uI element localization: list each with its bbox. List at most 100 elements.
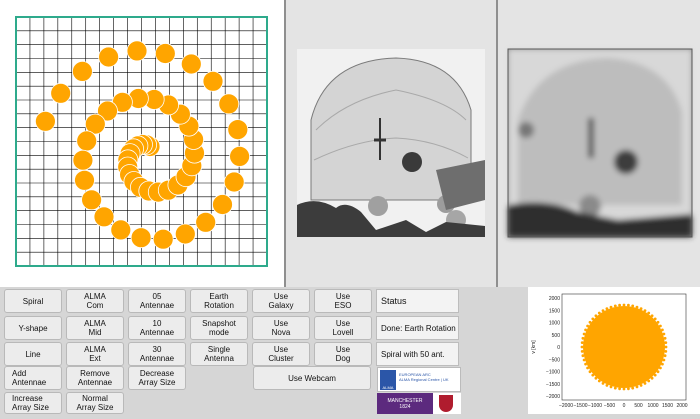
alma-mid-button[interactable]: ALMA Mid: [66, 316, 124, 340]
uv-point: [643, 382, 647, 385]
antenna-dish[interactable]: [72, 149, 94, 171]
remove-antennae-button[interactable]: Remove Antennae: [66, 366, 124, 390]
antenna-dish[interactable]: [76, 130, 98, 152]
uv-point: [635, 305, 639, 309]
uv-coverage-fill: [583, 306, 665, 388]
uv-point: [622, 303, 626, 307]
single-antenna-button[interactable]: Single Antenna: [190, 342, 248, 366]
antenna-dish[interactable]: [154, 43, 176, 64]
antenna-dish[interactable]: [130, 227, 152, 249]
decrease-array-size-button[interactable]: Decrease Array Size: [128, 366, 186, 390]
antenna-dish[interactable]: [229, 145, 251, 167]
use-webcam-button[interactable]: Use Webcam: [253, 366, 371, 390]
antenna-dish[interactable]: [152, 228, 174, 250]
antenna-dish[interactable]: [74, 169, 95, 191]
uv-point: [662, 358, 666, 362]
antenna-array-canvas[interactable]: [0, 0, 284, 287]
uv-point: [622, 387, 626, 391]
source-image: [297, 49, 485, 237]
antenna-dish[interactable]: [72, 61, 93, 82]
uv-point: [662, 332, 666, 336]
antenna-array-plot[interactable]: [0, 0, 284, 287]
antenna-dish[interactable]: [202, 70, 224, 92]
manchester-logo: MANCHESTER 1824: [377, 393, 461, 414]
uv-point: [581, 336, 585, 340]
uv-point: [613, 386, 617, 390]
y-shape-button[interactable]: Y-shape: [4, 316, 62, 340]
uv-point: [659, 324, 662, 328]
uv-point: [591, 373, 595, 377]
antenna-dish[interactable]: [212, 194, 233, 215]
uv-point: [584, 362, 587, 366]
uv-xtick-label: 1000: [647, 403, 658, 409]
uv-xtick-label: 1500: [662, 403, 673, 409]
use-eso-button[interactable]: Use ESO: [314, 289, 372, 313]
uv-point: [663, 336, 667, 340]
30-antennae-button[interactable]: 30 Antennae: [128, 342, 186, 366]
alma-ext-button[interactable]: ALMA Ext: [66, 342, 124, 366]
antenna-dish[interactable]: [93, 206, 115, 228]
increase-array-size-button[interactable]: Increase Array Size: [4, 392, 62, 414]
uv-point: [656, 370, 660, 374]
use-nova-button[interactable]: Use Nova: [252, 316, 310, 340]
antenna-dish[interactable]: [218, 93, 240, 115]
uv-xtick-label: −1500: [573, 403, 587, 409]
antenna-dish[interactable]: [174, 223, 196, 245]
uv-point: [627, 303, 630, 307]
add-antennae-button[interactable]: Add Antennae: [4, 366, 62, 390]
antenna-dish[interactable]: [110, 219, 132, 241]
uv-coverage-canvas: 2000150010005000−500−1000−1500−2000−2000…: [531, 293, 688, 409]
use-cluster-button[interactable]: Use Cluster: [252, 342, 310, 366]
uv-point: [639, 307, 643, 310]
uv-point: [631, 304, 635, 308]
alma-arc-logo: ALMA EUROPEAN ARC ALMA Regional Centre |…: [377, 367, 461, 392]
uv-ytick-label: 1500: [549, 308, 560, 314]
antenna-dish[interactable]: [227, 119, 249, 141]
snapshot-mode-button[interactable]: Snapshot mode: [190, 316, 248, 340]
uv-point: [609, 305, 613, 309]
uv-point: [643, 309, 647, 312]
normal-array-size-button[interactable]: Normal Array Size: [66, 392, 124, 414]
use-dog-button[interactable]: Use Dog: [314, 342, 372, 366]
antenna-dish[interactable]: [223, 171, 245, 193]
antenna-dish[interactable]: [98, 46, 119, 68]
uv-ytick-label: 1000: [549, 321, 560, 327]
antenna-dish[interactable]: [50, 82, 72, 104]
uv-ytick-label: −1500: [546, 382, 560, 388]
uv-point: [661, 362, 664, 366]
uv-point: [647, 379, 651, 383]
earth-rotation-button[interactable]: Earth Rotation: [190, 289, 248, 313]
uv-xtick-label: −1000: [588, 403, 602, 409]
uv-point: [580, 350, 584, 353]
uv-point: [653, 373, 657, 377]
antenna-dish[interactable]: [126, 40, 148, 62]
10-antennae-button[interactable]: 10 Antennae: [128, 316, 186, 340]
reconstructed-image: [507, 48, 693, 238]
cambridge-crest-icon: [439, 395, 453, 412]
uv-point: [609, 385, 613, 389]
05-antennae-button[interactable]: 05 Antennae: [128, 289, 186, 313]
antenna-dish[interactable]: [195, 211, 217, 233]
antenna-dish[interactable]: [180, 53, 202, 75]
uv-point: [594, 376, 598, 380]
spiral-button[interactable]: Spiral: [4, 289, 62, 313]
uv-xtick-label: 500: [634, 403, 643, 409]
uv-point: [647, 311, 651, 315]
uv-point: [605, 384, 609, 387]
uv-point: [586, 324, 589, 328]
use-lovell-button[interactable]: Use Lovell: [314, 316, 372, 340]
uv-ylabel: v [km]: [531, 340, 537, 354]
line-button[interactable]: Line: [4, 342, 62, 366]
uv-point: [582, 332, 586, 336]
alma-com-button[interactable]: ALMA Com: [66, 289, 124, 313]
uv-xtick-label: 2000: [676, 403, 687, 409]
use-galaxy-button[interactable]: Use Galaxy: [252, 289, 310, 313]
uv-point: [650, 376, 654, 380]
uv-point: [591, 317, 595, 321]
uv-point: [597, 379, 601, 383]
uv-point: [601, 382, 605, 385]
uv-ytick-label: 0: [557, 345, 560, 351]
antenna-dish[interactable]: [35, 110, 56, 132]
uv-point: [664, 341, 668, 344]
antenna-dish[interactable]: [81, 189, 102, 211]
